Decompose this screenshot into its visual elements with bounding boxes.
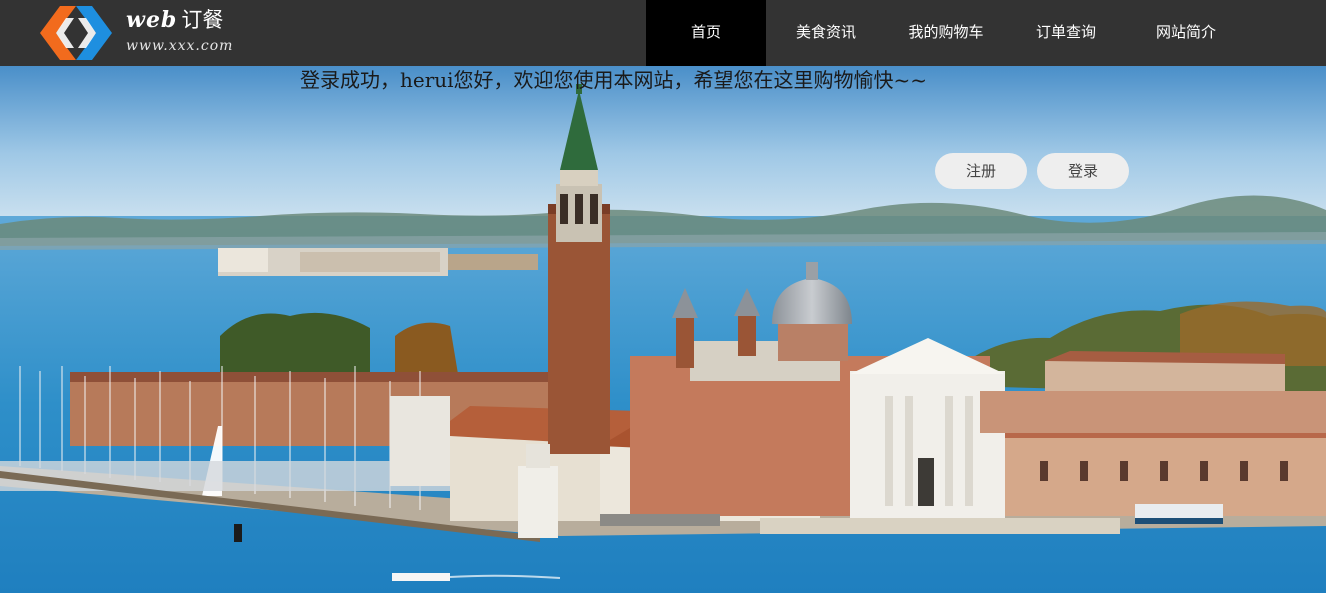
- nav-item-food-news[interactable]: 美食资讯: [766, 0, 886, 66]
- logo-url: www.xxx.com: [126, 38, 234, 54]
- main-nav: 首页 美食资讯 我的购物车 订单查询 网站简介: [646, 0, 1246, 66]
- nav-item-my-cart[interactable]: 我的购物车: [886, 0, 1006, 66]
- logo-mark-icon: [40, 6, 112, 60]
- hero-image: [0, 66, 1326, 593]
- site-logo[interactable]: web 订餐 www.xxx.com: [40, 0, 260, 66]
- hero-banner: 登录成功，herui您好，欢迎您使用本网站，希望您在这里购物愉快~~ 注册 登录: [0, 66, 1326, 593]
- logo-title: web 订餐: [126, 4, 223, 34]
- nav-item-order-query[interactable]: 订单查询: [1006, 0, 1126, 66]
- logo-title-cn: 订餐: [181, 8, 224, 32]
- nav-item-home[interactable]: 首页: [646, 0, 766, 66]
- login-button[interactable]: 登录: [1037, 153, 1129, 189]
- logo-title-en: web: [126, 7, 178, 33]
- welcome-message: 登录成功，herui您好，欢迎您使用本网站，希望您在这里购物愉快~~: [300, 68, 928, 92]
- top-header: web 订餐 www.xxx.com 首页 美食资讯 我的购物车 订单查询 网站简…: [0, 0, 1326, 66]
- nav-item-about[interactable]: 网站简介: [1126, 0, 1246, 66]
- register-button[interactable]: 注册: [935, 153, 1027, 189]
